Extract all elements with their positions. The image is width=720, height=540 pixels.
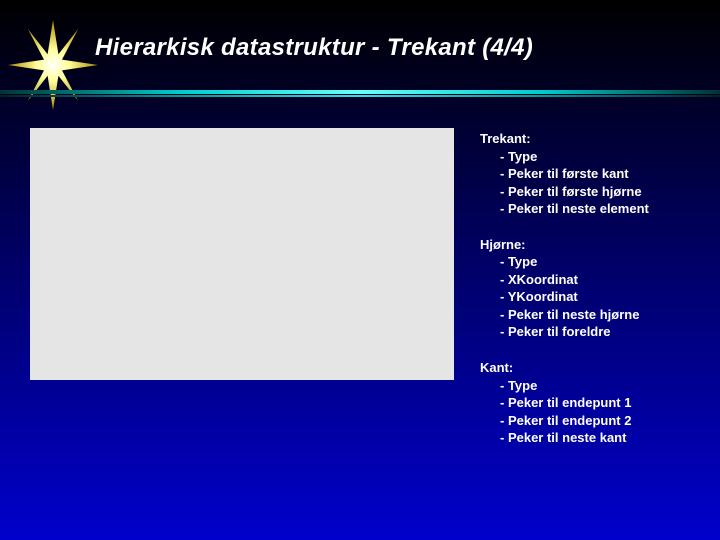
- list-item: - Peker til første hjørne: [480, 183, 649, 201]
- group-trekant: Trekant: - Type - Peker til første kant …: [480, 130, 649, 218]
- list-item: - Type: [480, 148, 649, 166]
- list-item: - Type: [480, 377, 649, 395]
- group-label: Trekant:: [480, 130, 649, 148]
- list-item: - Peker til neste hjørne: [480, 306, 649, 324]
- group-label: Kant:: [480, 359, 649, 377]
- list-item: - Peker til endepunt 2: [480, 412, 649, 430]
- list-item: - YKoordinat: [480, 288, 649, 306]
- group-hjorne: Hjørne: - Type - XKoordinat - YKoordinat…: [480, 236, 649, 341]
- list-item: - Peker til foreldre: [480, 323, 649, 341]
- slide-header: Hierarkisk datastruktur - Trekant (4/4): [0, 22, 720, 92]
- group-kant: Kant: - Type - Peker til endepunt 1 - Pe…: [480, 359, 649, 447]
- list-item: - Peker til første kant: [480, 165, 649, 183]
- image-placeholder: [30, 128, 454, 380]
- list-item: - Peker til neste element: [480, 200, 649, 218]
- list-item: - Peker til neste kant: [480, 429, 649, 447]
- divider: [0, 90, 720, 98]
- content-list: Trekant: - Type - Peker til første kant …: [480, 130, 649, 465]
- list-item: - Type: [480, 253, 649, 271]
- list-item: - Peker til endepunt 1: [480, 394, 649, 412]
- group-label: Hjørne:: [480, 236, 649, 254]
- list-item: - XKoordinat: [480, 271, 649, 289]
- page-title: Hierarkisk datastruktur - Trekant (4/4): [95, 34, 533, 62]
